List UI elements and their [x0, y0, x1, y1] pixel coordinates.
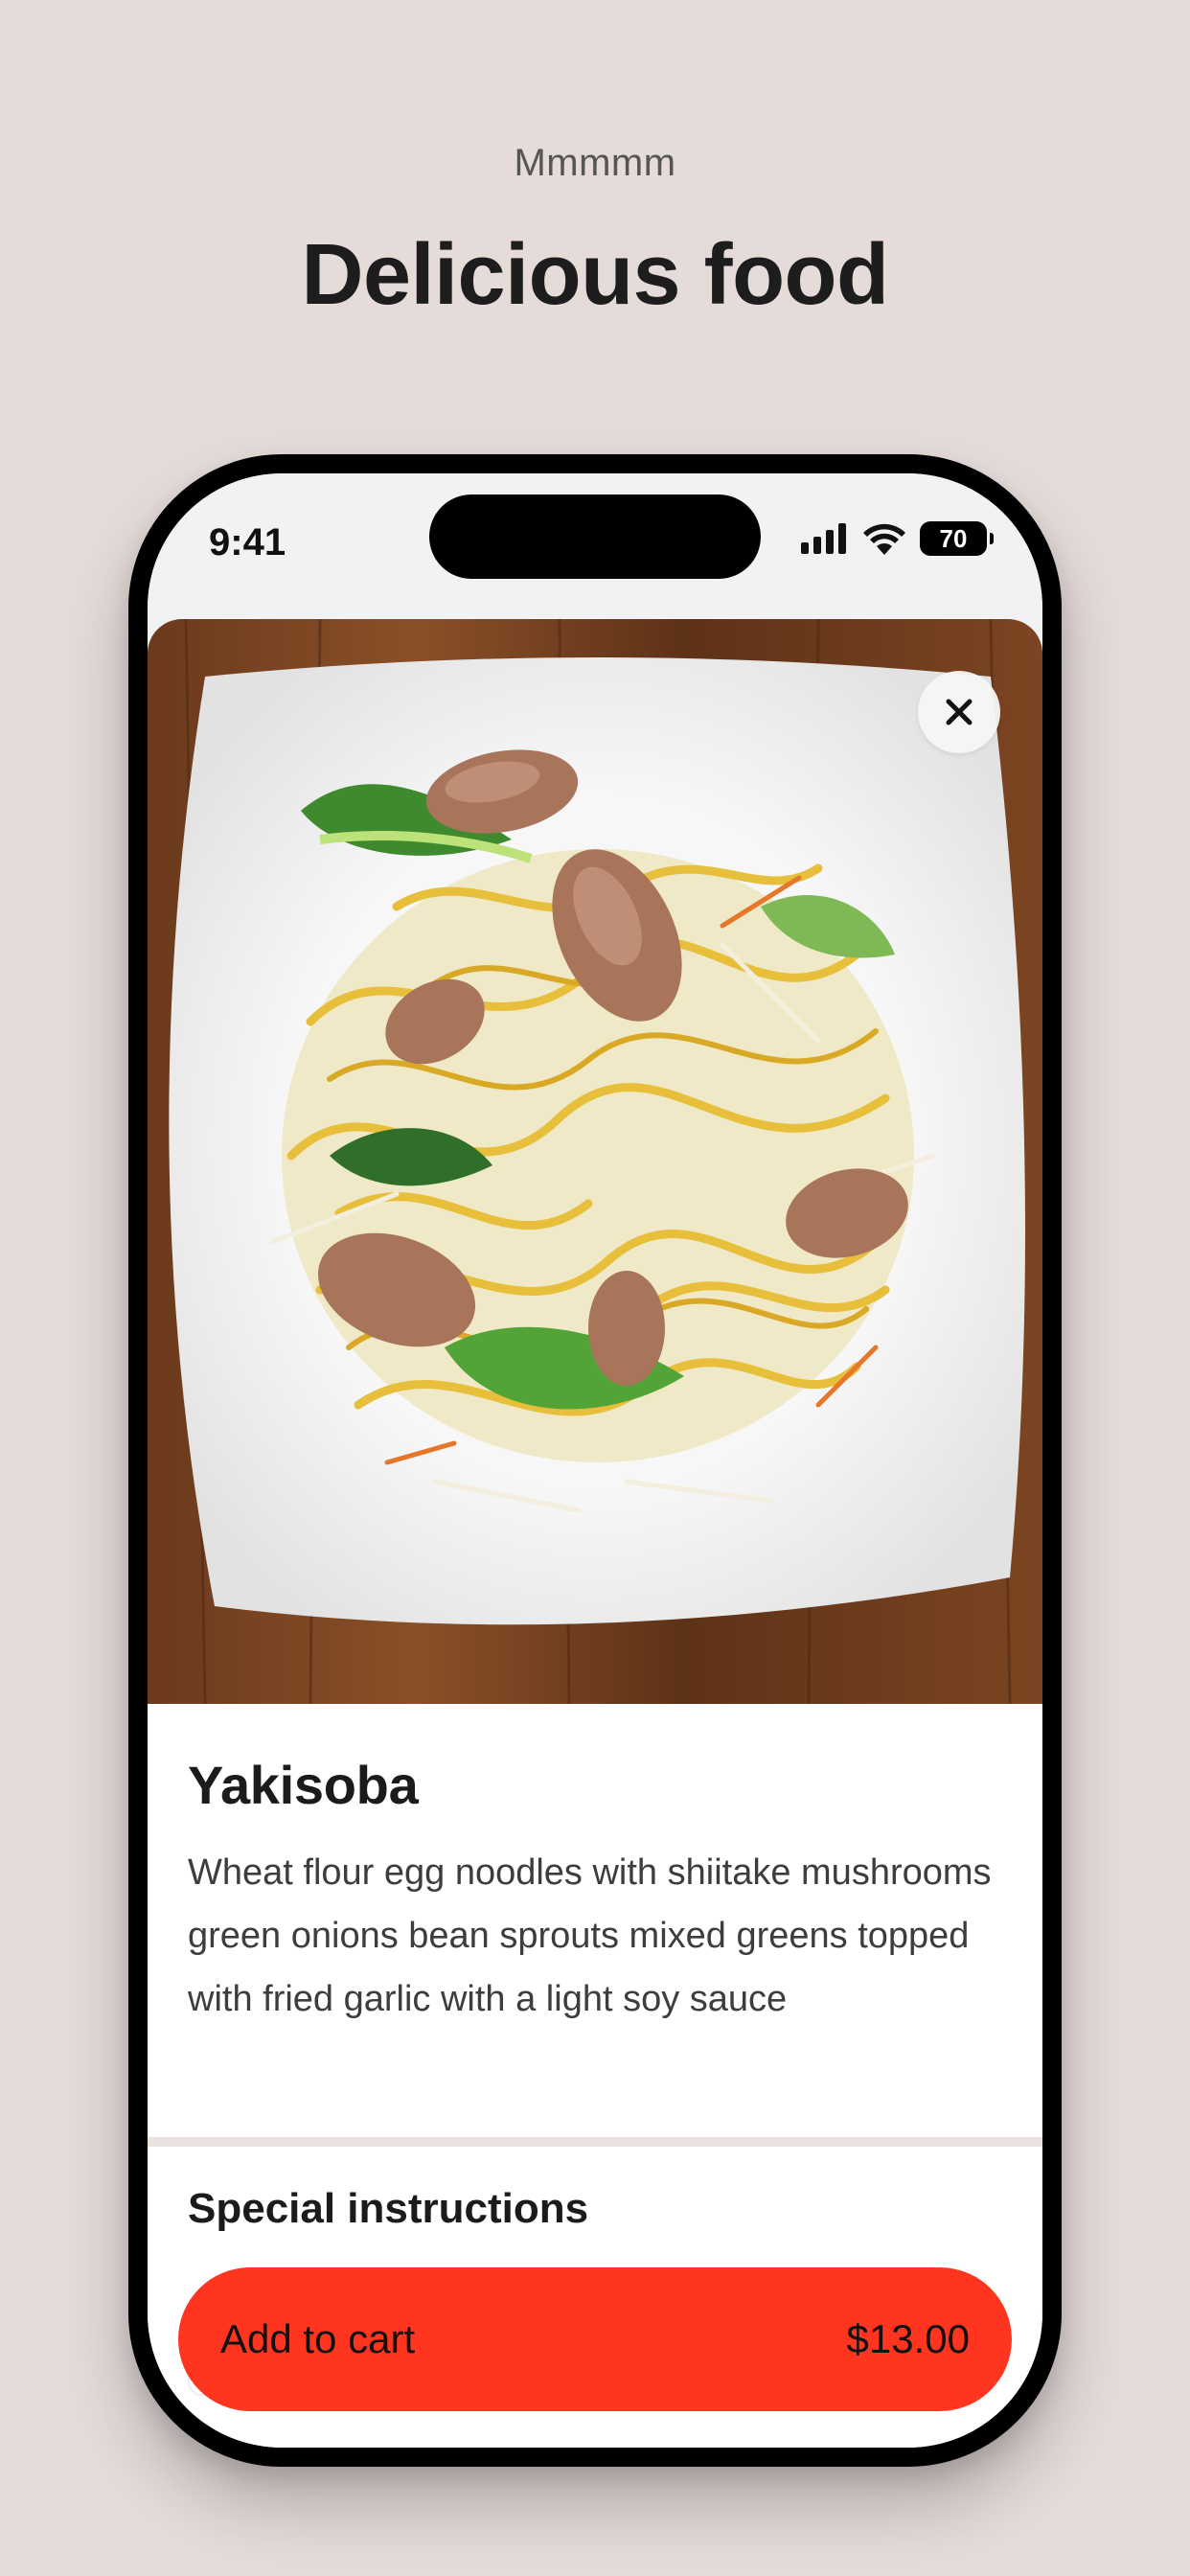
special-instructions-section: Special instructions [188, 2185, 993, 2396]
status-time: 9:41 [209, 521, 286, 564]
close-icon [946, 699, 973, 725]
status-bar: 9:41 70 [148, 473, 1042, 608]
item-name: Yakisoba [188, 1755, 419, 1815]
phone-frame: 9:41 70 Yakisoba Wheat flour egg noodles… [128, 454, 1062, 2467]
battery-icon: 70 [920, 521, 994, 556]
wifi-icon [863, 523, 905, 555]
item-detail-sheet: Yakisoba Wheat flour egg noodles with sh… [148, 619, 1042, 2448]
special-instructions-title: Special instructions [188, 2185, 589, 2232]
page-kicker: Mmmmm [514, 142, 676, 184]
item-description: Wheat flour egg noodles with shiitake mu… [188, 1852, 992, 2019]
status-icons: 70 [801, 521, 994, 556]
item-details: Yakisoba Wheat flour egg noodles with sh… [148, 1704, 1042, 2031]
dynamic-island [429, 494, 761, 579]
cellular-signal-icon [801, 523, 846, 554]
add-to-cart-button[interactable]: Add to cart $13.00 [178, 2267, 1012, 2411]
add-to-cart-label: Add to cart [220, 2316, 416, 2361]
close-button[interactable] [918, 671, 1000, 753]
page: Mmmmm Delicious food 9:41 70 Yakisoba Wh… [0, 0, 1190, 2576]
cart-price: $13.00 [846, 2316, 970, 2361]
phone-screen: 9:41 70 Yakisoba Wheat flour egg noodles… [148, 473, 1042, 2448]
page-title: Delicious food [301, 227, 889, 323]
section-divider [148, 2137, 1042, 2147]
yakisoba-plate-illustration [148, 619, 1042, 1704]
dish-photo [148, 619, 1042, 1704]
